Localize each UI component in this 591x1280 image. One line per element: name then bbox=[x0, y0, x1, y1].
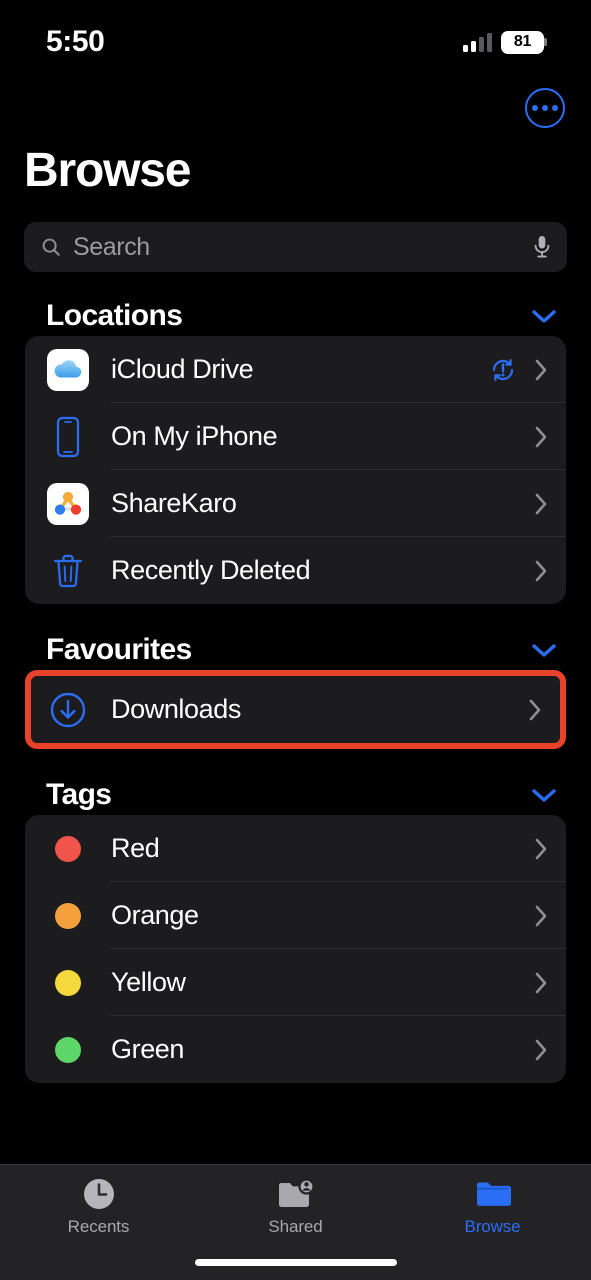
icloud-drive-icon bbox=[45, 347, 91, 393]
chevron-right-icon bbox=[529, 699, 541, 720]
chevron-right-icon bbox=[535, 560, 547, 581]
tag-dot-icon bbox=[45, 960, 91, 1006]
chevron-right-icon bbox=[535, 972, 547, 993]
tab-label: Shared bbox=[268, 1217, 323, 1236]
tab-shared[interactable]: Shared bbox=[197, 1177, 394, 1237]
status-bar-indicators: 81 bbox=[463, 30, 547, 54]
more-options-icon[interactable] bbox=[525, 88, 565, 128]
chevron-down-icon[interactable] bbox=[531, 642, 557, 658]
row-accessory bbox=[534, 492, 548, 516]
sharekaro-app-icon bbox=[45, 481, 91, 527]
row-accessory bbox=[534, 904, 548, 928]
list-item-on-my-iphone[interactable]: On My iPhone bbox=[25, 403, 566, 470]
cellular-signal-icon bbox=[463, 32, 492, 52]
tab-browse[interactable]: Browse bbox=[394, 1177, 591, 1237]
list-item-label: Orange bbox=[111, 900, 199, 930]
section-title-locations: Locations bbox=[46, 299, 183, 332]
search-icon bbox=[42, 238, 60, 256]
tab-bar: Recents Shared Browse bbox=[0, 1164, 591, 1280]
list-item-label: On My iPhone bbox=[111, 421, 278, 451]
chevron-right-icon bbox=[535, 426, 547, 447]
tags-card: Red Orange Yellow Green bbox=[25, 815, 566, 1083]
list-item-recently-deleted[interactable]: Recently Deleted bbox=[25, 537, 566, 604]
row-accessory bbox=[534, 971, 548, 995]
list-item-tag-yellow[interactable]: Yellow bbox=[25, 949, 566, 1016]
row-accessory bbox=[534, 559, 548, 583]
files-app-browse-screen: 5:50 81 Browse Search Locations iCloud D… bbox=[0, 0, 591, 1280]
list-item-sharekaro[interactable]: ShareKaro bbox=[25, 470, 566, 537]
chevron-right-icon bbox=[535, 493, 547, 514]
list-item-label: Recently Deleted bbox=[111, 555, 311, 585]
folder-icon bbox=[475, 1177, 511, 1211]
section-title-tags: Tags bbox=[46, 778, 112, 811]
row-accessory bbox=[528, 698, 542, 722]
chevron-down-icon[interactable] bbox=[531, 787, 557, 803]
browse-list-scroll-area[interactable]: Locations iCloud Drive On My iPhone Shar… bbox=[0, 296, 591, 1164]
home-indicator[interactable] bbox=[194, 1259, 397, 1266]
list-item-icloud-drive[interactable]: iCloud Drive bbox=[25, 336, 566, 403]
tag-dot-icon bbox=[45, 826, 91, 872]
row-accessory bbox=[534, 837, 548, 861]
section-header-tags: Tags bbox=[0, 775, 591, 815]
section-title-favourites: Favourites bbox=[46, 633, 192, 666]
sync-error-icon[interactable] bbox=[488, 355, 518, 385]
chevron-right-icon bbox=[535, 359, 547, 380]
tag-dot-icon bbox=[45, 1027, 91, 1073]
download-circle-icon bbox=[45, 687, 91, 733]
downloads-highlight-box: Downloads bbox=[25, 670, 566, 749]
battery-percent-label: 81 bbox=[513, 33, 532, 50]
list-item-downloads[interactable]: Downloads bbox=[31, 676, 560, 743]
chevron-right-icon bbox=[535, 905, 547, 926]
tab-label: Browse bbox=[464, 1217, 521, 1236]
row-accessory bbox=[534, 1038, 548, 1062]
tag-dot-icon bbox=[45, 893, 91, 939]
locations-card: iCloud Drive On My iPhone ShareKaro Rece… bbox=[25, 336, 566, 604]
iphone-icon bbox=[45, 414, 91, 460]
tab-label: Recents bbox=[67, 1217, 130, 1236]
list-item-tag-green[interactable]: Green bbox=[25, 1016, 566, 1083]
status-bar: 5:50 81 bbox=[0, 0, 591, 74]
clock-icon bbox=[82, 1177, 116, 1211]
chevron-right-icon bbox=[535, 838, 547, 859]
chevron-right-icon bbox=[535, 1039, 547, 1060]
list-item-label: ShareKaro bbox=[111, 488, 237, 518]
search-placeholder: Search bbox=[73, 232, 150, 261]
list-item-tag-red[interactable]: Red bbox=[25, 815, 566, 882]
chevron-down-icon[interactable] bbox=[531, 308, 557, 324]
list-item-label: Red bbox=[111, 833, 160, 863]
page-title: Browse bbox=[24, 144, 191, 197]
row-accessory bbox=[488, 355, 548, 385]
microphone-icon[interactable] bbox=[531, 234, 553, 260]
tab-recents[interactable]: Recents bbox=[0, 1177, 197, 1237]
battery-icon: 81 bbox=[501, 30, 547, 54]
list-item-label: Green bbox=[111, 1034, 185, 1064]
status-bar-time: 5:50 bbox=[46, 25, 105, 58]
trash-icon bbox=[45, 548, 91, 594]
list-item-tag-orange[interactable]: Orange bbox=[25, 882, 566, 949]
row-accessory bbox=[534, 425, 548, 449]
section-header-locations: Locations bbox=[0, 296, 591, 336]
list-item-label: Downloads bbox=[111, 694, 241, 724]
search-input[interactable]: Search bbox=[24, 222, 567, 272]
section-header-favourites: Favourites bbox=[0, 630, 591, 670]
shared-folder-icon bbox=[277, 1177, 315, 1211]
list-item-label: Yellow bbox=[111, 967, 186, 997]
list-item-label: iCloud Drive bbox=[111, 354, 254, 384]
